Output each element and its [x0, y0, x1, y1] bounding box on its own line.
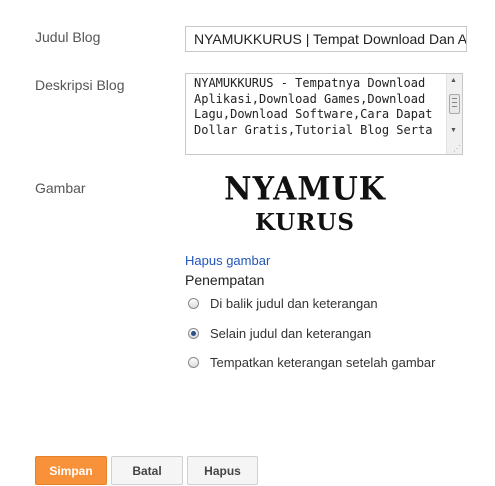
delete-button[interactable]: Hapus — [187, 456, 258, 485]
remove-image-link[interactable]: Hapus gambar — [185, 253, 270, 268]
blog-description-text: NYAMUKKURUS - Tempatnya Download Aplikas… — [194, 76, 440, 137]
radio-after-label: Tempatkan keterangan setelah gambar — [210, 355, 436, 370]
blog-title-label: Judul Blog — [35, 29, 101, 45]
resize-grip-icon[interactable]: ⋰ — [453, 144, 461, 153]
placement-label: Penempatan — [185, 272, 265, 288]
placement-option-after[interactable]: Tempatkan keterangan setelah gambar — [188, 355, 435, 370]
radio-behind-label: Di balik judul dan keterangan — [210, 296, 378, 311]
cancel-button[interactable]: Batal — [111, 456, 183, 485]
description-scrollbar[interactable]: ▲ ▼ — [446, 74, 462, 154]
blog-description-textarea[interactable]: NYAMUKKURUS - Tempatnya Download Aplikas… — [185, 73, 463, 155]
save-button[interactable]: Simpan — [35, 456, 107, 485]
radio-beside-label: Selain judul dan keterangan — [210, 326, 372, 341]
scroll-thumb[interactable] — [449, 94, 460, 114]
placement-option-behind[interactable]: Di balik judul dan keterangan — [188, 296, 378, 311]
radio-after[interactable] — [188, 357, 199, 368]
image-label: Gambar — [35, 180, 86, 196]
blog-description-label: Deskripsi Blog — [35, 77, 125, 93]
scroll-up-arrow-icon[interactable]: ▲ — [450, 77, 457, 84]
logo-line-2: KURUS — [254, 209, 355, 236]
scroll-down-arrow-icon[interactable]: ▼ — [450, 127, 457, 134]
placement-option-beside[interactable]: Selain judul dan keterangan — [188, 326, 371, 341]
logo-line-1: NYAMUK — [224, 171, 386, 208]
blog-header-image: NYAMUK KURUS — [220, 171, 390, 236]
radio-behind[interactable] — [188, 298, 199, 309]
blog-title-input[interactable]: NYAMUKKURUS | Tempat Download Dan Artike… — [185, 26, 467, 52]
radio-beside[interactable] — [188, 328, 199, 339]
